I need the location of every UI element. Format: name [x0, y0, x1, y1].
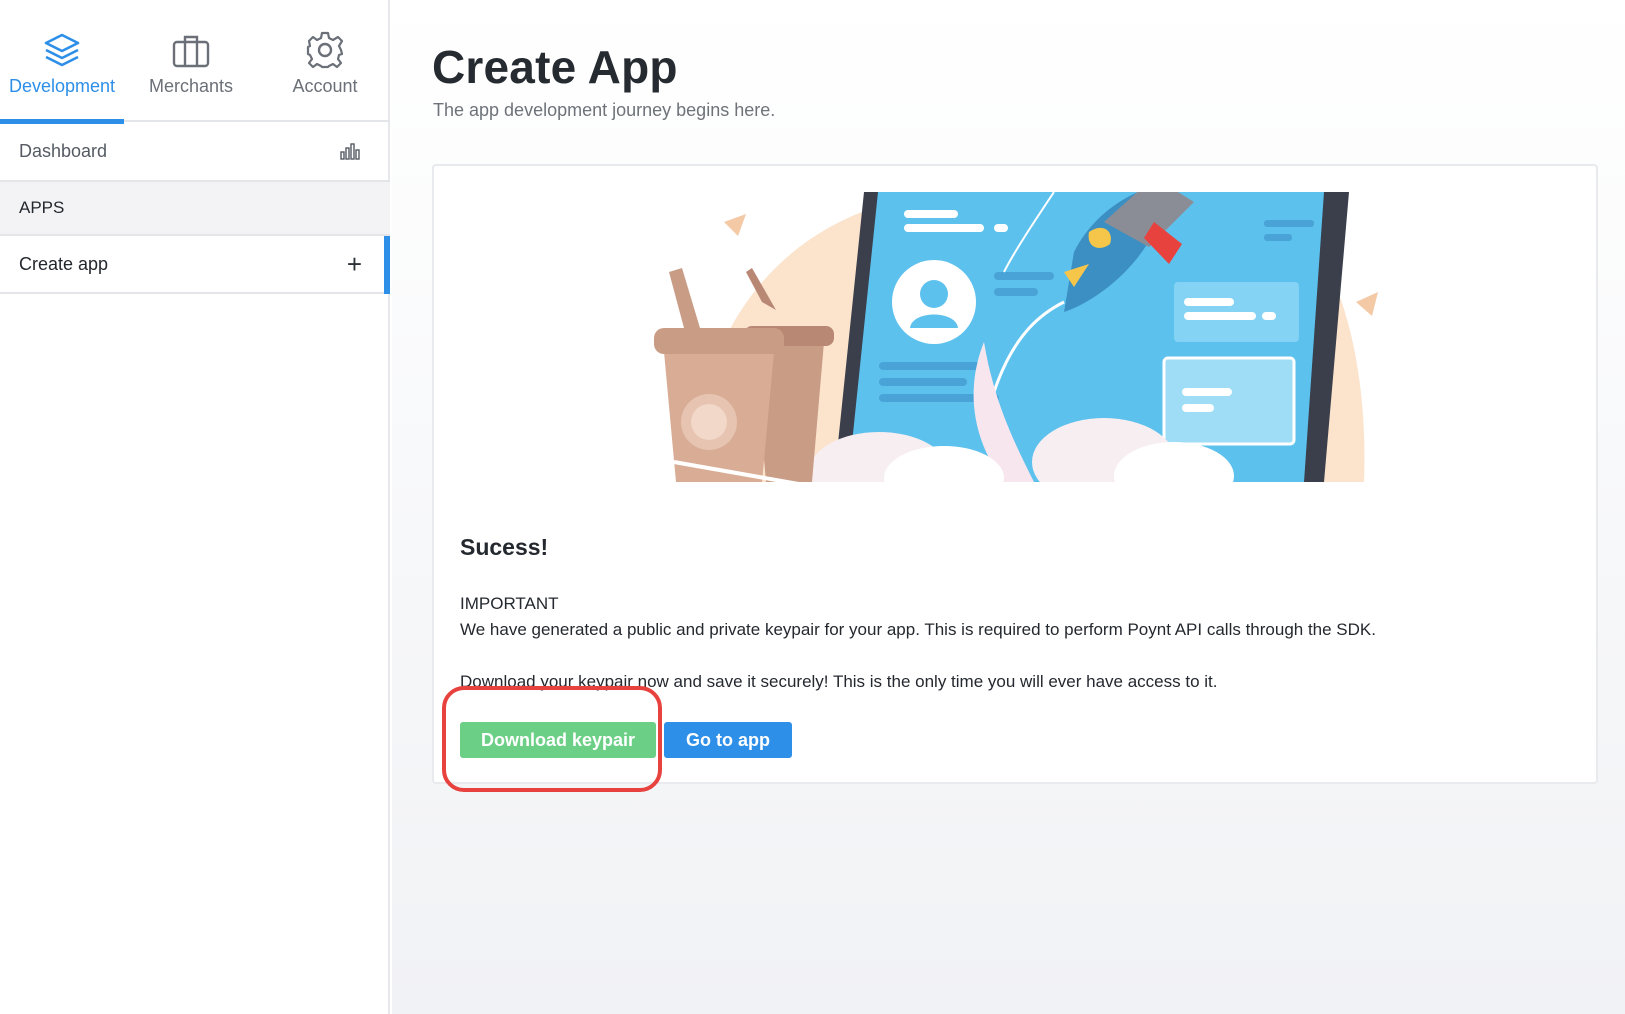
main-content: Create App The app development journey b… — [392, 0, 1625, 1014]
sidebar-item-dashboard[interactable]: Dashboard — [0, 122, 390, 182]
success-heading: Sucess! — [460, 534, 549, 560]
sidebar: Development Merchants Account Dashboard — [0, 0, 390, 1014]
keypair-message: We have generated a public and private k… — [460, 620, 1376, 639]
page-title: Create App — [432, 41, 678, 93]
sidebar-item-dashboard-label: Dashboard — [19, 140, 108, 161]
go-to-app-button[interactable]: Go to app — [664, 722, 792, 758]
page-subtitle: The app development journey begins here. — [433, 100, 776, 120]
bar-chart-icon — [340, 143, 360, 160]
layers-icon — [44, 33, 80, 67]
download-keypair-button[interactable]: Download keypair — [460, 722, 656, 758]
briefcase-icon — [172, 35, 210, 68]
tab-merchants[interactable]: Merchants — [133, 0, 249, 122]
rocket-illustration — [654, 192, 1378, 482]
sidebar-item-create-app-label: Create app — [19, 253, 109, 274]
sidebar-section-apps: APPS — [0, 182, 390, 236]
tab-development-label: Development — [8, 76, 116, 96]
plus-icon: + — [346, 249, 362, 279]
success-card: Sucess! IMPORTANT We have generated a pu… — [432, 164, 1598, 784]
important-label: IMPORTANT — [460, 594, 559, 613]
tab-account-label: Account — [292, 76, 358, 96]
sidebar-section-apps-label: APPS — [19, 198, 65, 217]
tab-account[interactable]: Account — [270, 0, 380, 122]
sidebar-item-create-app[interactable]: Create app + — [0, 236, 390, 294]
download-warning-message: Download your keypair now and save it se… — [460, 672, 1218, 691]
tab-merchants-label: Merchants — [148, 76, 234, 96]
gear-icon — [306, 31, 344, 69]
tab-development[interactable]: Development — [0, 0, 124, 124]
top-nav: Development Merchants Account — [0, 0, 390, 124]
